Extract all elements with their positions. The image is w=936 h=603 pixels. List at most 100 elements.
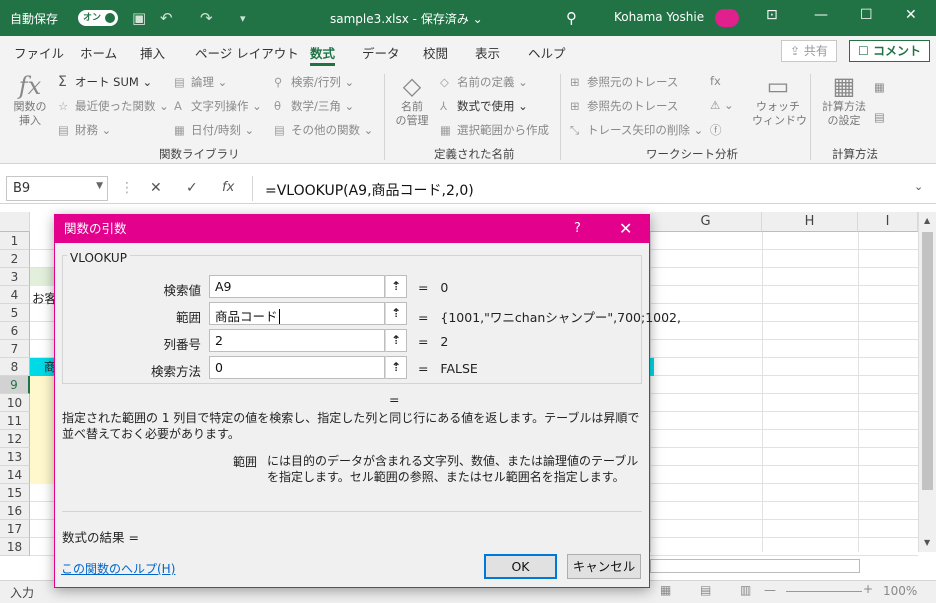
- formula-input[interactable]: =VLOOKUP(A9,商品コード,2,0): [252, 176, 930, 201]
- row-header[interactable]: 3: [0, 268, 30, 286]
- row-header[interactable]: 9: [0, 376, 30, 394]
- insert-function-icon[interactable]: fx: [222, 180, 234, 195]
- comments-button[interactable]: ☐ コメント: [849, 40, 930, 62]
- arg-input-range-lookup[interactable]: 0: [209, 356, 385, 379]
- ok-button[interactable]: OK: [484, 554, 557, 579]
- cancel-icon[interactable]: ✕: [150, 180, 162, 196]
- zoom-out-icon[interactable]: —: [764, 583, 776, 597]
- evaluate-formula-icon[interactable]: ⓕ: [710, 122, 722, 138]
- close-icon[interactable]: ✕: [619, 215, 632, 243]
- show-formulas-icon[interactable]: fx: [710, 74, 721, 88]
- arg-input-table-array[interactable]: 商品コード: [209, 302, 385, 325]
- vertical-scrollbar[interactable]: ▲ ▼: [918, 212, 936, 552]
- horizontal-scrollbar[interactable]: [650, 559, 860, 573]
- zoom-slider[interactable]: [786, 591, 862, 592]
- column-header-i[interactable]: I: [858, 212, 918, 232]
- create-from-selection-button[interactable]: ▦ 選択範囲から作成: [440, 122, 549, 138]
- row-header[interactable]: 7: [0, 340, 30, 358]
- customize-qat-icon[interactable]: ▾: [240, 12, 246, 25]
- row-header[interactable]: 2: [0, 250, 30, 268]
- lookup-button[interactable]: ⚲ 検索/行列 ⌄: [274, 74, 354, 90]
- avatar[interactable]: [715, 9, 739, 27]
- row-header[interactable]: 10: [0, 394, 30, 412]
- page-break-icon[interactable]: ▥: [740, 583, 751, 597]
- row-header[interactable]: 15: [0, 484, 30, 502]
- calc-now-icon[interactable]: ▦: [874, 80, 885, 94]
- financial-button[interactable]: ▤ 財務 ⌄: [58, 122, 111, 138]
- name-box[interactable]: B9 ▼: [6, 176, 108, 201]
- collapse-dialog-icon[interactable]: ⇡: [385, 275, 407, 298]
- cell-a3[interactable]: [30, 268, 54, 286]
- arg-input-col-index[interactable]: 2: [209, 329, 385, 352]
- share-button[interactable]: ⇪ 共有: [781, 40, 837, 62]
- zoom-in-icon[interactable]: +: [863, 582, 873, 596]
- autosave-toggle[interactable]: オン: [78, 10, 118, 26]
- row-header[interactable]: 4: [0, 286, 30, 304]
- recent-functions-button[interactable]: ☆ 最近使った関数 ⌄: [58, 98, 169, 114]
- row-header[interactable]: 6: [0, 322, 30, 340]
- tab-formulas[interactable]: 数式: [310, 43, 336, 66]
- arg-input-lookup-value[interactable]: A9: [209, 275, 385, 298]
- tab-home[interactable]: ホーム: [80, 43, 117, 62]
- math-button[interactable]: θ 数学/三角 ⌄: [274, 98, 354, 114]
- remove-arrows-button[interactable]: ⤡ トレース矢印の削除 ⌄: [570, 122, 703, 138]
- logical-button[interactable]: ▤ 論理 ⌄: [174, 74, 227, 90]
- name-manager-button[interactable]: ◇ 名前 の管理: [392, 72, 432, 128]
- trace-dependents-button[interactable]: ⊞ 参照先のトレース: [570, 98, 678, 114]
- tab-page-layout[interactable]: ページ レイアウト: [195, 43, 299, 62]
- trace-precedents-button[interactable]: ⊞ 参照元のトレース: [570, 74, 678, 90]
- undo-icon[interactable]: ↶: [160, 9, 173, 27]
- watch-window-button[interactable]: ▭ ウォッチ ウィンドウ: [752, 72, 807, 128]
- select-all[interactable]: [0, 212, 30, 232]
- save-icon[interactable]: ▣: [132, 9, 146, 27]
- dialog-title[interactable]: 関数の引数: [55, 215, 649, 243]
- zoom-level[interactable]: 100%: [883, 584, 917, 598]
- collapse-dialog-icon[interactable]: ⇡: [385, 329, 407, 352]
- maximize-icon[interactable]: ☐: [860, 7, 873, 23]
- tab-file[interactable]: ファイル: [14, 43, 64, 62]
- page-layout-icon[interactable]: ▤: [700, 583, 711, 597]
- function-help-link[interactable]: この関数のヘルプ(H): [61, 560, 175, 577]
- search-icon[interactable]: ⚲: [566, 9, 577, 27]
- row-header[interactable]: 11: [0, 412, 30, 430]
- row-header[interactable]: 16: [0, 502, 30, 520]
- close-icon[interactable]: ✕: [905, 7, 917, 23]
- define-name-button[interactable]: ◇ 名前の定義 ⌄: [440, 74, 528, 90]
- column-header-g[interactable]: G: [650, 212, 762, 232]
- error-check-icon[interactable]: ⚠ ⌄: [710, 98, 734, 112]
- cells-a9-a14[interactable]: [30, 376, 54, 484]
- cell-a8[interactable]: 商: [30, 358, 56, 376]
- row-header[interactable]: 5: [0, 304, 30, 322]
- redo-icon[interactable]: ↷: [200, 9, 213, 27]
- tab-review[interactable]: 校閲: [423, 43, 448, 62]
- row-header[interactable]: 13: [0, 448, 30, 466]
- help-icon[interactable]: ?: [574, 215, 581, 243]
- row-header[interactable]: 18: [0, 538, 30, 556]
- datetime-button[interactable]: ▦ 日付/時刻 ⌄: [174, 122, 254, 138]
- user-name[interactable]: Kohama Yoshie: [614, 10, 704, 24]
- minimize-icon[interactable]: —: [814, 7, 828, 23]
- row-header[interactable]: 14: [0, 466, 30, 484]
- cancel-button[interactable]: キャンセル: [567, 554, 641, 579]
- tab-insert[interactable]: 挿入: [140, 43, 165, 62]
- row-header[interactable]: 17: [0, 520, 30, 538]
- text-button[interactable]: A 文字列操作 ⌄: [174, 98, 262, 114]
- collapse-dialog-icon[interactable]: ⇡: [385, 356, 407, 379]
- normal-view-icon[interactable]: ▦: [660, 583, 671, 597]
- row-header[interactable]: 1: [0, 232, 30, 250]
- scroll-thumb[interactable]: [922, 232, 933, 490]
- ribbon-display-icon[interactable]: ⊡: [766, 7, 778, 23]
- calc-options-button[interactable]: ▦ 計算方法 の設定: [816, 72, 872, 128]
- document-title[interactable]: sample3.xlsx - 保存済み ⌄: [330, 10, 483, 27]
- row-header[interactable]: 12: [0, 430, 30, 448]
- more-functions-button[interactable]: ▤ その他の関数 ⌄: [274, 122, 373, 138]
- insert-function-button[interactable]: fx 関数の 挿入: [10, 72, 50, 128]
- autosum-button[interactable]: Σ オート SUM ⌄: [58, 74, 152, 90]
- tab-data[interactable]: データ: [362, 43, 400, 62]
- tab-help[interactable]: ヘルプ: [528, 43, 566, 62]
- tab-view[interactable]: 表示: [475, 43, 500, 62]
- expand-formula-icon[interactable]: ⌄: [914, 180, 923, 193]
- row-header[interactable]: 8: [0, 358, 30, 376]
- use-in-formula-button[interactable]: ⅄ 数式で使用 ⌄: [440, 98, 528, 114]
- calc-sheet-icon[interactable]: ▤: [874, 110, 885, 124]
